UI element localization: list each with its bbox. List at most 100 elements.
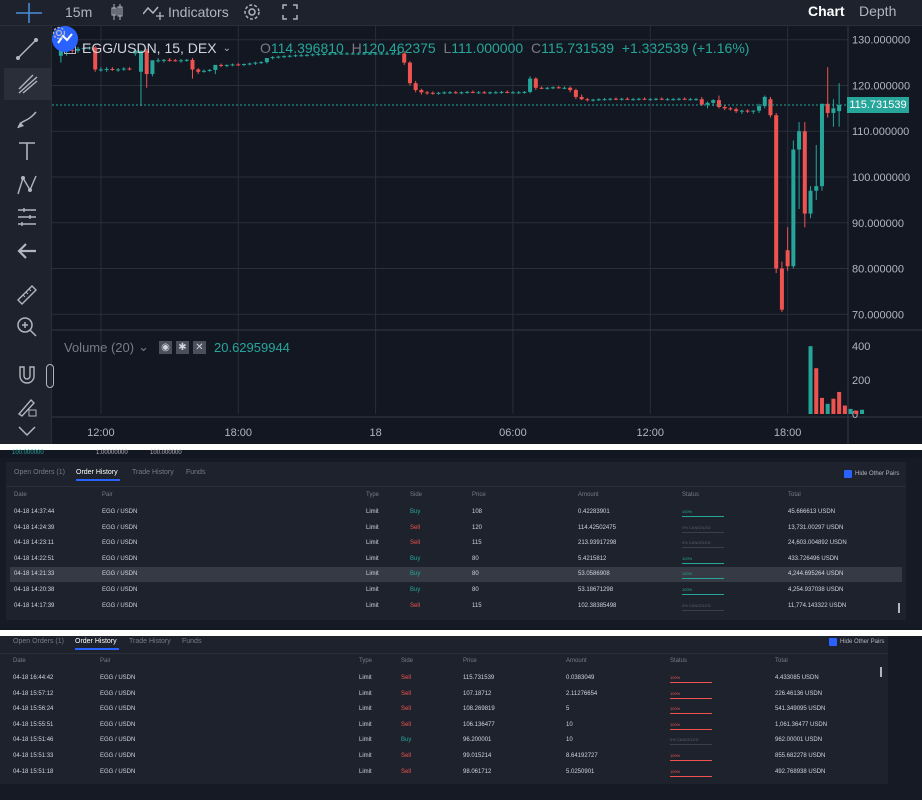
candle-body[interactable] <box>551 87 556 89</box>
candle-body[interactable] <box>241 63 246 65</box>
candle-body[interactable] <box>705 102 710 105</box>
pattern-icon[interactable] <box>16 174 38 196</box>
candle-body[interactable] <box>591 99 596 101</box>
candle-body[interactable] <box>671 99 676 101</box>
candle-body[interactable] <box>631 99 636 101</box>
chevron-down-icon[interactable] <box>16 424 38 438</box>
column-header-date[interactable]: Date <box>13 658 26 664</box>
lock-drawing-icon[interactable] <box>16 396 38 418</box>
candle-body[interactable] <box>722 106 727 109</box>
candle-body[interactable] <box>436 92 441 94</box>
candle-body[interactable] <box>562 87 567 89</box>
candle-body[interactable] <box>751 110 756 112</box>
candle-body[interactable] <box>797 131 802 150</box>
prediction-icon[interactable] <box>16 206 38 228</box>
column-header-amount[interactable]: Amount <box>578 492 599 498</box>
tab-depth[interactable]: Depth <box>859 3 896 19</box>
candle-body[interactable] <box>253 62 258 64</box>
candle-body[interactable] <box>665 99 670 101</box>
candle-body[interactable] <box>224 64 229 66</box>
candle-body[interactable] <box>465 91 470 93</box>
candle-body[interactable] <box>470 91 475 93</box>
zoom-in-icon[interactable] <box>16 316 38 338</box>
tab-funds[interactable]: Funds <box>186 469 205 476</box>
tab-chart[interactable]: Chart <box>808 3 845 19</box>
candle-body[interactable] <box>613 98 618 100</box>
symbol-title[interactable]: EGG/USDN, 15, DEX <box>82 40 217 56</box>
tab-open-orders[interactable]: Open Orders (1) <box>14 469 65 476</box>
candle-body[interactable] <box>802 131 807 214</box>
candle-body[interactable] <box>430 92 435 94</box>
column-header-type[interactable]: Type <box>366 492 379 498</box>
gear-icon[interactable]: ✱ <box>176 340 189 354</box>
table-row[interactable]: 04-18 14:22:51 EGG / USDN Limit Buy 80 5.4215… <box>10 552 902 567</box>
candle-body[interactable] <box>819 103 824 187</box>
ruler-icon[interactable] <box>16 284 38 306</box>
column-header-price[interactable]: Price <box>472 492 486 498</box>
candle-body[interactable] <box>619 98 624 100</box>
candle-body[interactable] <box>676 98 681 100</box>
candle-body[interactable] <box>625 98 630 100</box>
candle-body[interactable] <box>230 64 235 66</box>
candle-body[interactable] <box>270 57 275 59</box>
candle-body[interactable] <box>419 90 424 93</box>
candle-body[interactable] <box>505 91 510 93</box>
price-chart[interactable]: 130.000000 120.000000 110.000000 100.000000… <box>46 26 922 444</box>
brush-icon[interactable] <box>16 108 38 130</box>
candle-body[interactable] <box>694 99 699 101</box>
candle-body[interactable] <box>110 69 115 71</box>
candle-body[interactable] <box>482 92 487 94</box>
column-header-date[interactable]: Date <box>14 492 27 498</box>
candle-body[interactable] <box>642 98 647 100</box>
candle-body[interactable] <box>264 58 269 63</box>
volume-label[interactable]: Volume (20) <box>64 340 134 355</box>
candle-body[interactable] <box>814 186 819 191</box>
candle-body[interactable] <box>184 59 189 61</box>
candle-body[interactable] <box>785 250 790 267</box>
candle-body[interactable] <box>442 92 447 94</box>
candle-body[interactable] <box>831 108 836 113</box>
candle-body[interactable] <box>167 59 172 61</box>
candle-body[interactable] <box>585 99 590 101</box>
column-header-side[interactable]: Side <box>410 492 422 498</box>
candle-body[interactable] <box>156 60 161 62</box>
candle-body[interactable] <box>259 62 264 64</box>
table-row[interactable]: 04-18 14:20:38 EGG / USDN Limit Buy 80 53.186… <box>10 583 902 598</box>
scrollbar[interactable] <box>898 603 900 613</box>
candle-body[interactable] <box>447 92 453 94</box>
settings-icon[interactable] <box>52 26 66 40</box>
toolbar-handle[interactable] <box>46 364 54 388</box>
column-header-total[interactable]: Total <box>775 658 788 664</box>
candle-body[interactable] <box>196 69 201 72</box>
table-row[interactable]: 04-18 14:24:39 EGG / USDN Limit Sell 120 114.… <box>10 521 902 536</box>
candle-body[interactable] <box>602 99 607 101</box>
tab-trade-history[interactable]: Trade History <box>132 469 174 476</box>
candle-body[interactable] <box>282 56 287 58</box>
candle-body[interactable] <box>837 105 842 112</box>
candle-body[interactable] <box>219 64 224 66</box>
column-header-price[interactable]: Price <box>463 658 477 664</box>
tab-order-history[interactable]: Order History <box>76 469 118 476</box>
table-row[interactable]: 04-18 15:51:46 EGG / USDN Limit Buy 96.20000… <box>4 733 880 748</box>
table-row[interactable]: 04-18 15:51:33 EGG / USDN Limit Sell 99.0152… <box>4 749 880 764</box>
candle-body[interactable] <box>276 56 281 58</box>
candle-body[interactable] <box>104 69 109 71</box>
tab-funds[interactable]: Funds <box>182 638 201 645</box>
tab-order-history[interactable]: Order History <box>75 638 117 645</box>
candle-body[interactable] <box>493 92 498 94</box>
candle-body[interactable] <box>150 60 155 75</box>
chart-canvas[interactable]: 130.000000 120.000000 110.000000 100.000000… <box>52 26 922 444</box>
column-header-pair[interactable]: Pair <box>102 492 113 498</box>
candle-body[interactable] <box>173 60 178 62</box>
chevron-down-icon[interactable]: ⌄ <box>223 43 231 54</box>
candle-body[interactable] <box>413 83 418 91</box>
fullscreen-icon[interactable] <box>282 4 298 20</box>
gear-icon[interactable] <box>243 3 261 21</box>
candle-body[interactable] <box>716 100 721 107</box>
column-header-status[interactable]: Status <box>670 658 687 664</box>
hide-pairs-checkbox[interactable] <box>844 470 852 478</box>
candle-body[interactable] <box>808 190 813 214</box>
candle-body[interactable] <box>711 100 716 103</box>
candle-body[interactable] <box>459 92 464 94</box>
candle-body[interactable] <box>121 68 126 70</box>
